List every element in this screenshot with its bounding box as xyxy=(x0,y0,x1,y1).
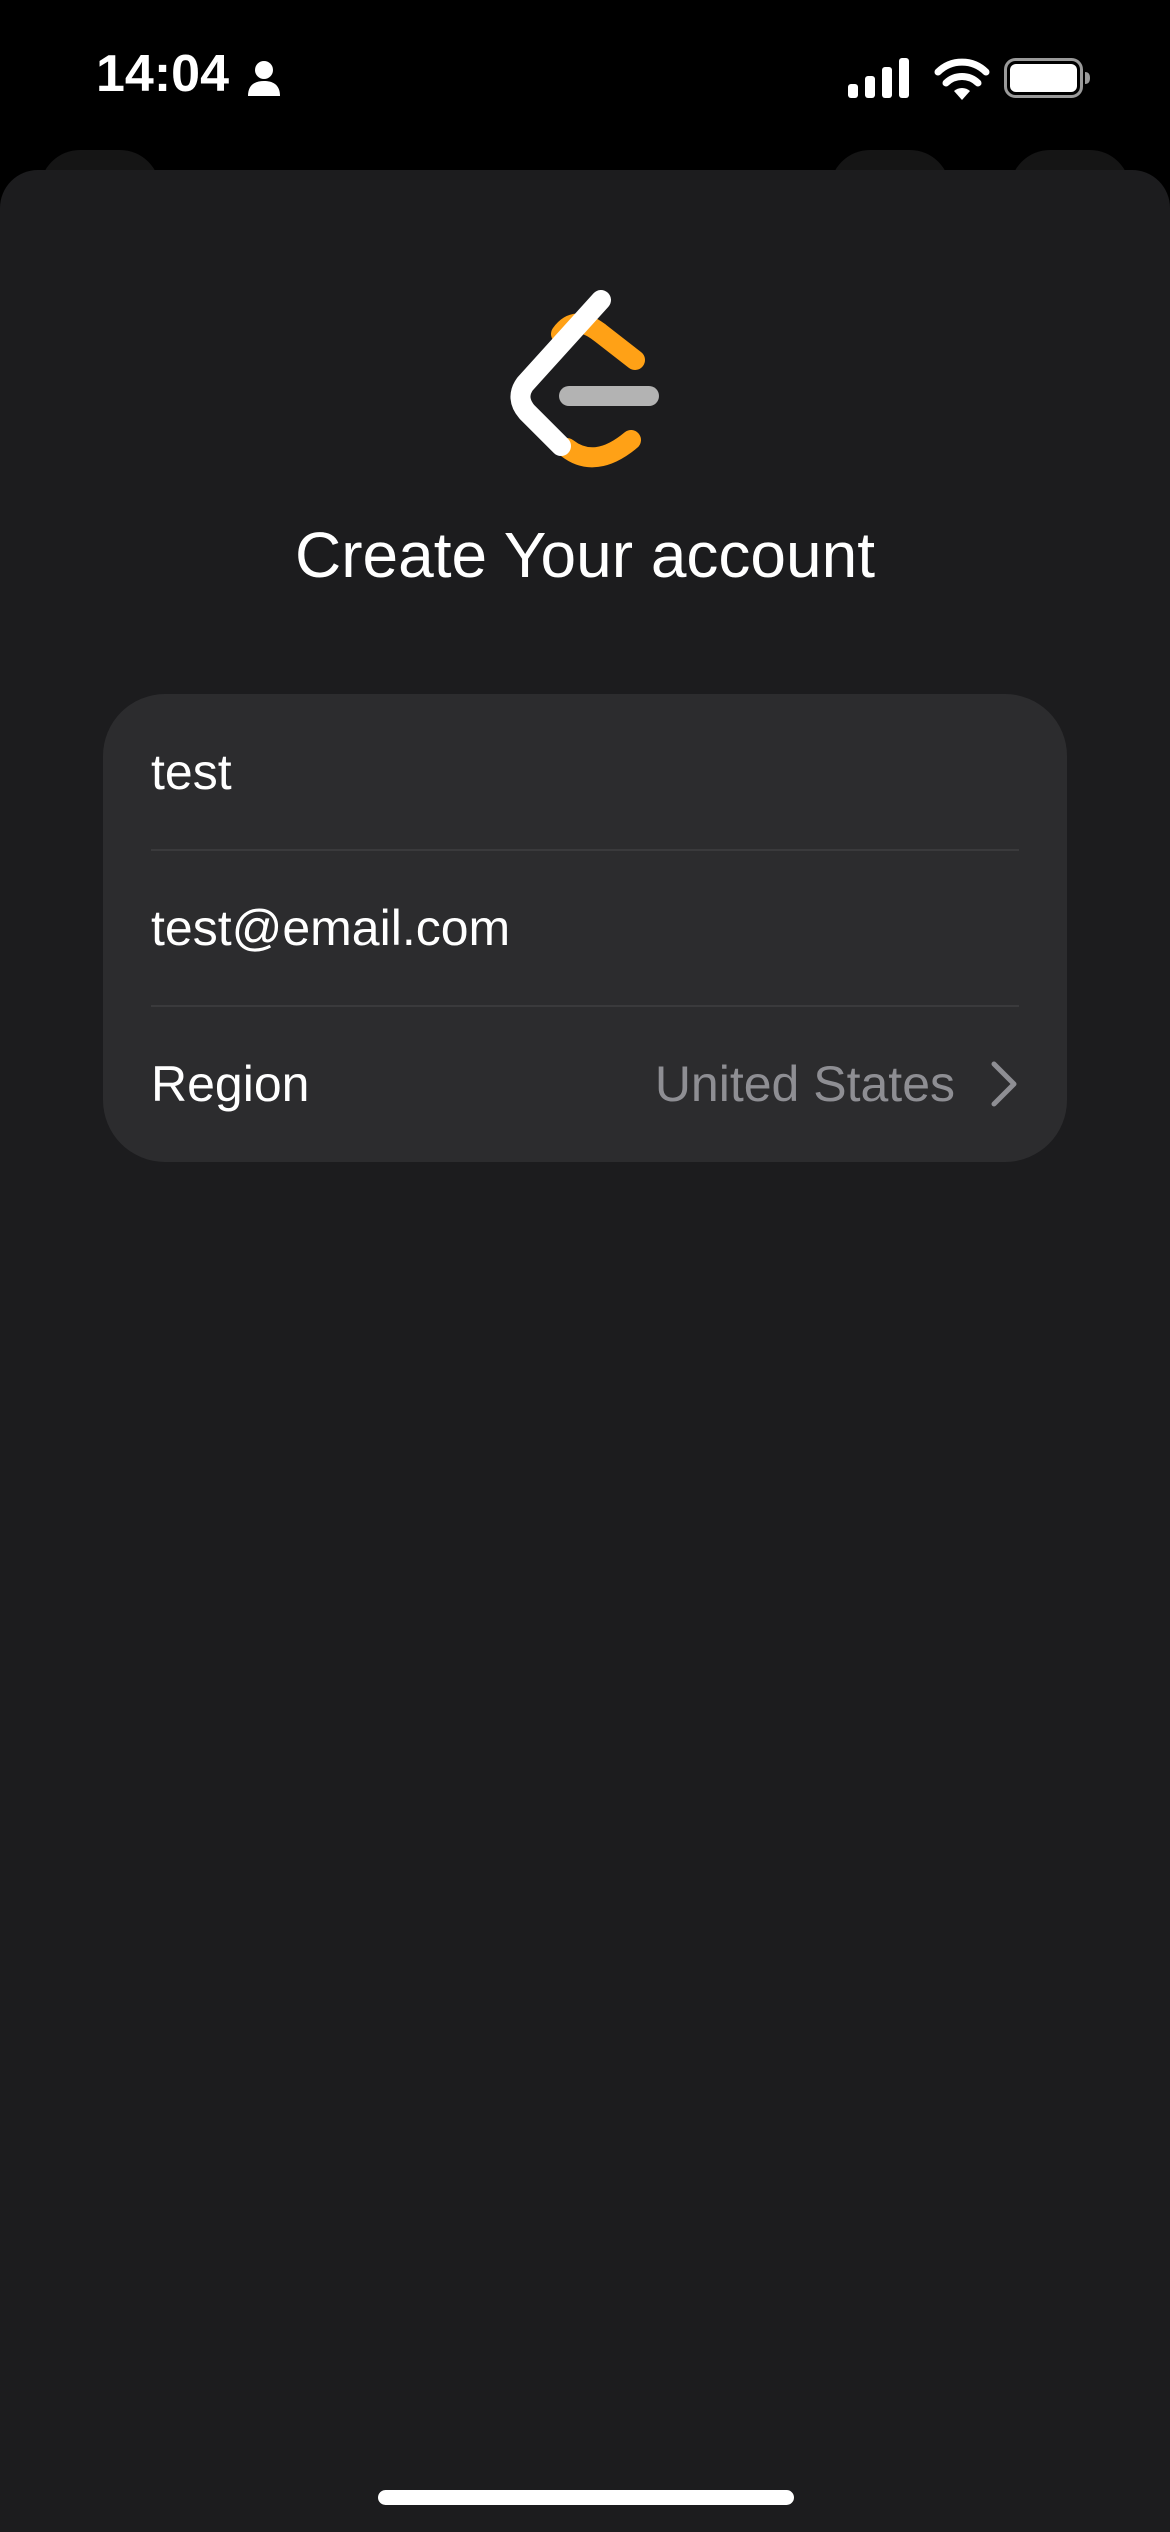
wifi-icon xyxy=(934,58,990,100)
home-indicator[interactable] xyxy=(378,2490,794,2505)
status-time: 14:04 xyxy=(96,45,229,103)
battery-icon xyxy=(1004,58,1090,98)
person-icon xyxy=(248,61,280,96)
leetcode-logo xyxy=(510,290,659,468)
chevron-right-icon xyxy=(991,1061,1017,1107)
status-bar: 14:04 xyxy=(0,0,1170,160)
email-value: test@email.com xyxy=(151,900,511,956)
account-form: test test@email.com Region United States xyxy=(103,694,1067,1162)
email-field[interactable]: test@email.com xyxy=(151,850,1019,1006)
cellular-signal-icon xyxy=(848,58,909,98)
username-value: test xyxy=(151,744,232,800)
region-selector[interactable]: Region United States xyxy=(151,1006,1019,1162)
page-title: Create Your account xyxy=(295,519,875,591)
region-label: Region xyxy=(151,1056,310,1112)
region-value: United States xyxy=(654,1056,955,1112)
username-field[interactable]: test xyxy=(151,694,1019,850)
